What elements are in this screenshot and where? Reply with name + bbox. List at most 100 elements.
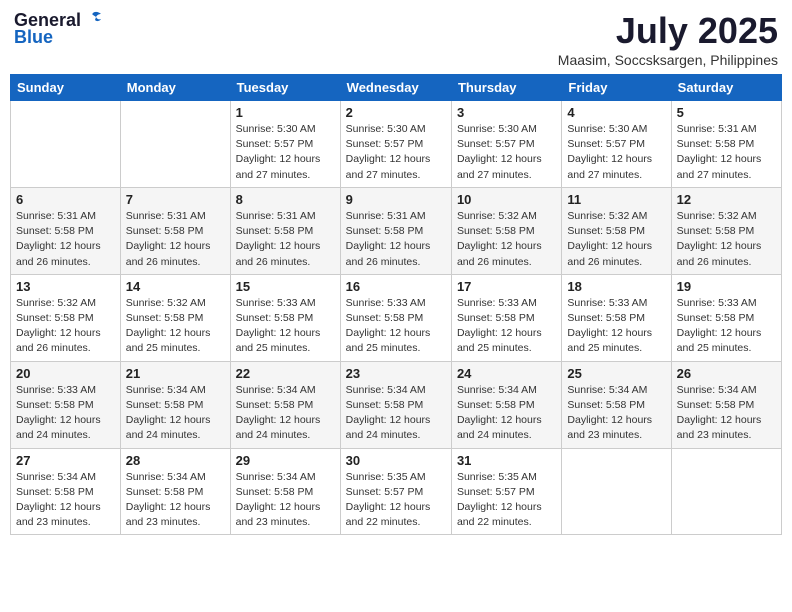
day-cell: 4 Sunrise: 5:30 AMSunset: 5:57 PMDaylight… bbox=[562, 101, 671, 188]
day-number: 30 bbox=[346, 453, 446, 468]
day-info: Sunrise: 5:34 AMSunset: 5:58 PMDaylight:… bbox=[126, 470, 225, 531]
day-info: Sunrise: 5:32 AMSunset: 5:58 PMDaylight:… bbox=[16, 296, 115, 357]
day-number: 10 bbox=[457, 192, 556, 207]
day-cell: 20 Sunrise: 5:33 AMSunset: 5:58 PMDayligh… bbox=[11, 361, 121, 448]
day-cell: 26Sunrise: 5:34 AMSunset: 5:58 PMDayligh… bbox=[671, 361, 781, 448]
day-number: 24 bbox=[457, 366, 556, 381]
day-number: 14 bbox=[126, 279, 225, 294]
day-cell bbox=[11, 101, 121, 188]
day-info: Sunrise: 5:32 AMSunset: 5:58 PMDaylight:… bbox=[677, 209, 776, 270]
day-info: Sunrise: 5:35 AMSunset: 5:57 PMDaylight:… bbox=[457, 470, 556, 531]
day-cell: 13 Sunrise: 5:32 AMSunset: 5:58 PMDayligh… bbox=[11, 274, 121, 361]
day-info: Sunrise: 5:31 AMSunset: 5:58 PMDaylight:… bbox=[236, 209, 335, 270]
day-info: Sunrise: 5:35 AMSunset: 5:57 PMDaylight:… bbox=[346, 470, 446, 531]
day-cell: 28 Sunrise: 5:34 AMSunset: 5:58 PMDayligh… bbox=[120, 448, 230, 535]
day-cell: 21 Sunrise: 5:34 AMSunset: 5:58 PMDayligh… bbox=[120, 361, 230, 448]
day-number: 6 bbox=[16, 192, 115, 207]
logo-bird-icon bbox=[83, 11, 103, 27]
day-cell: 22 Sunrise: 5:34 AMSunset: 5:58 PMDayligh… bbox=[230, 361, 340, 448]
day-cell: 10 Sunrise: 5:32 AMSunset: 5:58 PMDayligh… bbox=[451, 187, 561, 274]
day-number: 13 bbox=[16, 279, 115, 294]
day-cell: 7Sunrise: 5:31 AMSunset: 5:58 PMDaylight… bbox=[120, 187, 230, 274]
weekday-header-sunday: Sunday bbox=[11, 75, 121, 101]
day-number: 15 bbox=[236, 279, 335, 294]
weekday-header-thursday: Thursday bbox=[451, 75, 561, 101]
day-info: Sunrise: 5:30 AMSunset: 5:57 PMDaylight:… bbox=[567, 122, 665, 183]
day-number: 4 bbox=[567, 105, 665, 120]
day-number: 2 bbox=[346, 105, 446, 120]
day-cell: 23 Sunrise: 5:34 AMSunset: 5:58 PMDayligh… bbox=[340, 361, 451, 448]
day-info: Sunrise: 5:34 AMSunset: 5:58 PMDaylight:… bbox=[567, 383, 665, 444]
day-cell: 24 Sunrise: 5:34 AMSunset: 5:58 PMDayligh… bbox=[451, 361, 561, 448]
logo-blue-text: Blue bbox=[14, 27, 53, 48]
day-number: 7 bbox=[126, 192, 225, 207]
day-cell: 6Sunrise: 5:31 AMSunset: 5:58 PMDaylight… bbox=[11, 187, 121, 274]
day-cell: 30 Sunrise: 5:35 AMSunset: 5:57 PMDayligh… bbox=[340, 448, 451, 535]
day-cell: 31 Sunrise: 5:35 AMSunset: 5:57 PMDayligh… bbox=[451, 448, 561, 535]
day-cell: 16Sunrise: 5:33 AMSunset: 5:58 PMDayligh… bbox=[340, 274, 451, 361]
week-row-4: 20 Sunrise: 5:33 AMSunset: 5:58 PMDayligh… bbox=[11, 361, 782, 448]
day-cell: 18 Sunrise: 5:33 AMSunset: 5:58 PMDayligh… bbox=[562, 274, 671, 361]
day-number: 29 bbox=[236, 453, 335, 468]
calendar-table: SundayMondayTuesdayWednesdayThursdayFrid… bbox=[10, 74, 782, 535]
week-row-1: 1 Sunrise: 5:30 AMSunset: 5:57 PMDaylight… bbox=[11, 101, 782, 188]
location-title: Maasim, Soccsksargen, Philippines bbox=[558, 52, 778, 68]
day-cell: 29Sunrise: 5:34 AMSunset: 5:58 PMDayligh… bbox=[230, 448, 340, 535]
day-cell: 25 Sunrise: 5:34 AMSunset: 5:58 PMDayligh… bbox=[562, 361, 671, 448]
day-number: 1 bbox=[236, 105, 335, 120]
day-number: 3 bbox=[457, 105, 556, 120]
day-number: 21 bbox=[126, 366, 225, 381]
day-info: Sunrise: 5:34 AMSunset: 5:58 PMDaylight:… bbox=[16, 470, 115, 531]
day-info: Sunrise: 5:34 AMSunset: 5:58 PMDaylight:… bbox=[126, 383, 225, 444]
day-cell bbox=[562, 448, 671, 535]
day-number: 22 bbox=[236, 366, 335, 381]
day-number: 9 bbox=[346, 192, 446, 207]
logo: General Blue bbox=[14, 10, 103, 48]
weekday-header-saturday: Saturday bbox=[671, 75, 781, 101]
weekday-header-row: SundayMondayTuesdayWednesdayThursdayFrid… bbox=[11, 75, 782, 101]
day-number: 26 bbox=[677, 366, 776, 381]
page-header: General Blue July 2025 Maasim, Soccsksar… bbox=[10, 10, 782, 68]
day-cell bbox=[671, 448, 781, 535]
day-number: 27 bbox=[16, 453, 115, 468]
day-info: Sunrise: 5:32 AMSunset: 5:58 PMDaylight:… bbox=[567, 209, 665, 270]
day-cell bbox=[120, 101, 230, 188]
day-number: 28 bbox=[126, 453, 225, 468]
day-cell: 11Sunrise: 5:32 AMSunset: 5:58 PMDayligh… bbox=[562, 187, 671, 274]
day-cell: 8Sunrise: 5:31 AMSunset: 5:58 PMDaylight… bbox=[230, 187, 340, 274]
weekday-header-wednesday: Wednesday bbox=[340, 75, 451, 101]
day-info: Sunrise: 5:32 AMSunset: 5:58 PMDaylight:… bbox=[457, 209, 556, 270]
weekday-header-tuesday: Tuesday bbox=[230, 75, 340, 101]
day-cell: 14Sunrise: 5:32 AMSunset: 5:58 PMDayligh… bbox=[120, 274, 230, 361]
day-number: 12 bbox=[677, 192, 776, 207]
day-info: Sunrise: 5:30 AMSunset: 5:57 PMDaylight:… bbox=[236, 122, 335, 183]
day-info: Sunrise: 5:34 AMSunset: 5:58 PMDaylight:… bbox=[236, 383, 335, 444]
day-cell: 17Sunrise: 5:33 AMSunset: 5:58 PMDayligh… bbox=[451, 274, 561, 361]
title-block: July 2025 Maasim, Soccsksargen, Philippi… bbox=[558, 10, 778, 68]
day-info: Sunrise: 5:33 AMSunset: 5:58 PMDaylight:… bbox=[677, 296, 776, 357]
day-number: 31 bbox=[457, 453, 556, 468]
day-number: 16 bbox=[346, 279, 446, 294]
day-cell: 1 Sunrise: 5:30 AMSunset: 5:57 PMDaylight… bbox=[230, 101, 340, 188]
day-info: Sunrise: 5:33 AMSunset: 5:58 PMDaylight:… bbox=[236, 296, 335, 357]
day-number: 19 bbox=[677, 279, 776, 294]
day-number: 18 bbox=[567, 279, 665, 294]
day-cell: 27 Sunrise: 5:34 AMSunset: 5:58 PMDayligh… bbox=[11, 448, 121, 535]
month-title: July 2025 bbox=[558, 10, 778, 52]
day-cell: 19 Sunrise: 5:33 AMSunset: 5:58 PMDayligh… bbox=[671, 274, 781, 361]
day-info: Sunrise: 5:31 AMSunset: 5:58 PMDaylight:… bbox=[346, 209, 446, 270]
day-info: Sunrise: 5:33 AMSunset: 5:58 PMDaylight:… bbox=[567, 296, 665, 357]
week-row-3: 13 Sunrise: 5:32 AMSunset: 5:58 PMDayligh… bbox=[11, 274, 782, 361]
day-number: 17 bbox=[457, 279, 556, 294]
day-cell: 2Sunrise: 5:30 AMSunset: 5:57 PMDaylight… bbox=[340, 101, 451, 188]
day-number: 20 bbox=[16, 366, 115, 381]
day-number: 5 bbox=[677, 105, 776, 120]
day-number: 25 bbox=[567, 366, 665, 381]
day-info: Sunrise: 5:34 AMSunset: 5:58 PMDaylight:… bbox=[457, 383, 556, 444]
day-number: 23 bbox=[346, 366, 446, 381]
day-cell: 3 Sunrise: 5:30 AMSunset: 5:57 PMDaylight… bbox=[451, 101, 561, 188]
day-info: Sunrise: 5:33 AMSunset: 5:58 PMDaylight:… bbox=[16, 383, 115, 444]
day-info: Sunrise: 5:30 AMSunset: 5:57 PMDaylight:… bbox=[457, 122, 556, 183]
day-cell: 9 Sunrise: 5:31 AMSunset: 5:58 PMDaylight… bbox=[340, 187, 451, 274]
day-info: Sunrise: 5:34 AMSunset: 5:58 PMDaylight:… bbox=[346, 383, 446, 444]
